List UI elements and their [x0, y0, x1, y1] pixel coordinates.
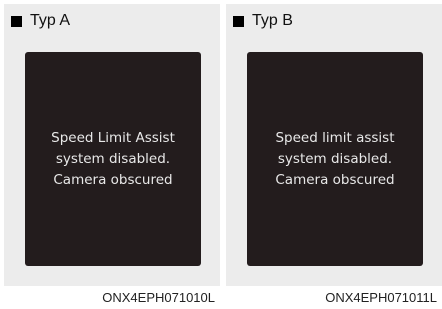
- image-code-a: ONX4EPH071010L: [102, 290, 215, 305]
- warning-line-1: Speed limit assist: [275, 129, 395, 146]
- panel-label-row: Typ B: [233, 13, 293, 29]
- panel-typ-b: Typ B Speed limit assist system disabled…: [226, 4, 442, 286]
- warning-line-3: Camera obscured: [53, 171, 173, 188]
- panel-label-row: Typ A: [11, 13, 70, 29]
- warning-line-2: system disabled.: [277, 150, 393, 167]
- panel-label: Typ B: [252, 12, 293, 29]
- panel-typ-a: Typ A Speed Limit Assist system disabled…: [4, 4, 220, 286]
- panel-label: Typ A: [30, 12, 71, 29]
- cluster-display-screen: Speed limit assist system disabled. Came…: [247, 52, 423, 266]
- image-code-b: ONX4EPH071011L: [325, 290, 437, 305]
- warning-message: Speed Limit Assist system disabled. Came…: [25, 128, 201, 191]
- cluster-display-screen: Speed Limit Assist system disabled. Came…: [25, 52, 201, 266]
- warning-line-2: system disabled.: [55, 150, 171, 167]
- square-bullet-icon: [233, 15, 244, 27]
- square-bullet-icon: [11, 15, 22, 27]
- warning-line-3: Camera obscured: [275, 171, 395, 188]
- warning-message: Speed limit assist system disabled. Came…: [247, 128, 423, 191]
- warning-line-1: Speed Limit Assist: [51, 129, 175, 146]
